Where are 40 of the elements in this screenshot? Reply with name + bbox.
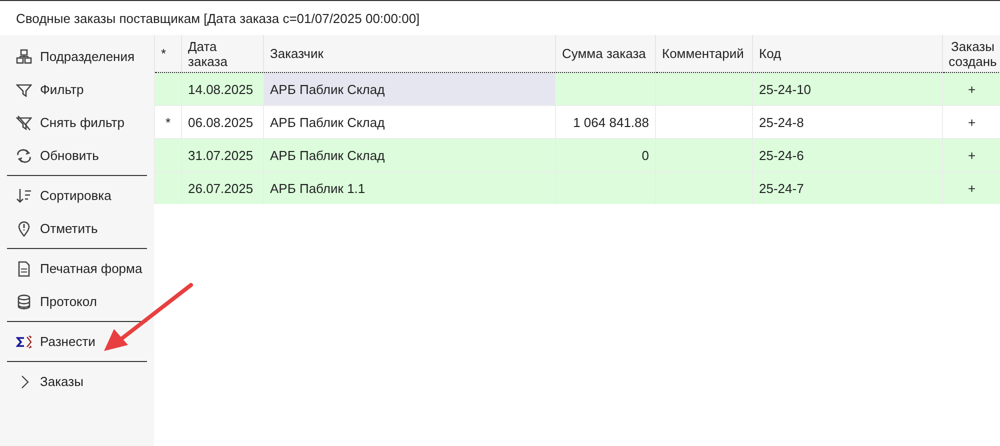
table-cell: 31.07.2025 [182, 138, 264, 172]
sidebar-item[interactable]: Печатная форма [7, 252, 147, 285]
sidebar-item[interactable]: Фильтр [7, 73, 147, 106]
table-cell: АРБ Паблик Склад [264, 72, 556, 106]
table-cell: АРБ Паблик 1.1 [264, 172, 556, 204]
column-header[interactable]: Код [752, 35, 942, 72]
column-header[interactable]: Заказчик [264, 35, 556, 72]
table-cell: 25-24-10 [752, 72, 942, 106]
table-cell: АРБ Паблик Склад [264, 138, 556, 172]
table-cell: + [942, 138, 1000, 172]
table-cell: 25-24-7 [752, 172, 942, 204]
sidebar-item[interactable]: Подразделения [7, 40, 147, 73]
sigma-icon [16, 334, 32, 350]
table-cell: 25-24-6 [752, 138, 942, 172]
table-cell: + [942, 72, 1000, 106]
sort-icon [16, 188, 32, 204]
table-cell: + [942, 172, 1000, 204]
column-header[interactable]: * [154, 35, 182, 72]
sidebar-item[interactable]: Обновить [7, 139, 147, 172]
sidebar-item[interactable]: Отметить [7, 212, 147, 245]
document-icon [16, 260, 32, 276]
sidebar-item[interactable]: Заказы [7, 365, 147, 398]
database-icon [16, 294, 32, 310]
filter-icon [16, 82, 32, 98]
sidebar-item[interactable]: Разнести [7, 325, 147, 358]
filter-off-icon [16, 114, 32, 130]
column-header[interactable]: Комментарий [656, 35, 752, 72]
column-header[interactable]: Дата заказа [182, 35, 264, 72]
column-header[interactable]: Сумма заказа [556, 35, 656, 72]
table-cell: 14.08.2025 [182, 72, 264, 106]
hierarchy-icon [16, 48, 32, 64]
window-title: Сводные заказы поставщикам [Дата заказа с=01/07/2025 00:00:00] [16, 10, 420, 26]
table-cell: 26.07.2025 [182, 172, 264, 204]
refresh-icon [16, 148, 32, 164]
table-cell: 0 [556, 138, 656, 172]
sidebar-item[interactable]: Протокол [7, 285, 147, 318]
sidebar-item[interactable]: Сортировка [7, 179, 147, 212]
pin-icon [16, 220, 32, 236]
sidebar-item[interactable]: Снять фильтр [7, 106, 147, 139]
column-header[interactable]: Заказы создань [942, 35, 1000, 72]
